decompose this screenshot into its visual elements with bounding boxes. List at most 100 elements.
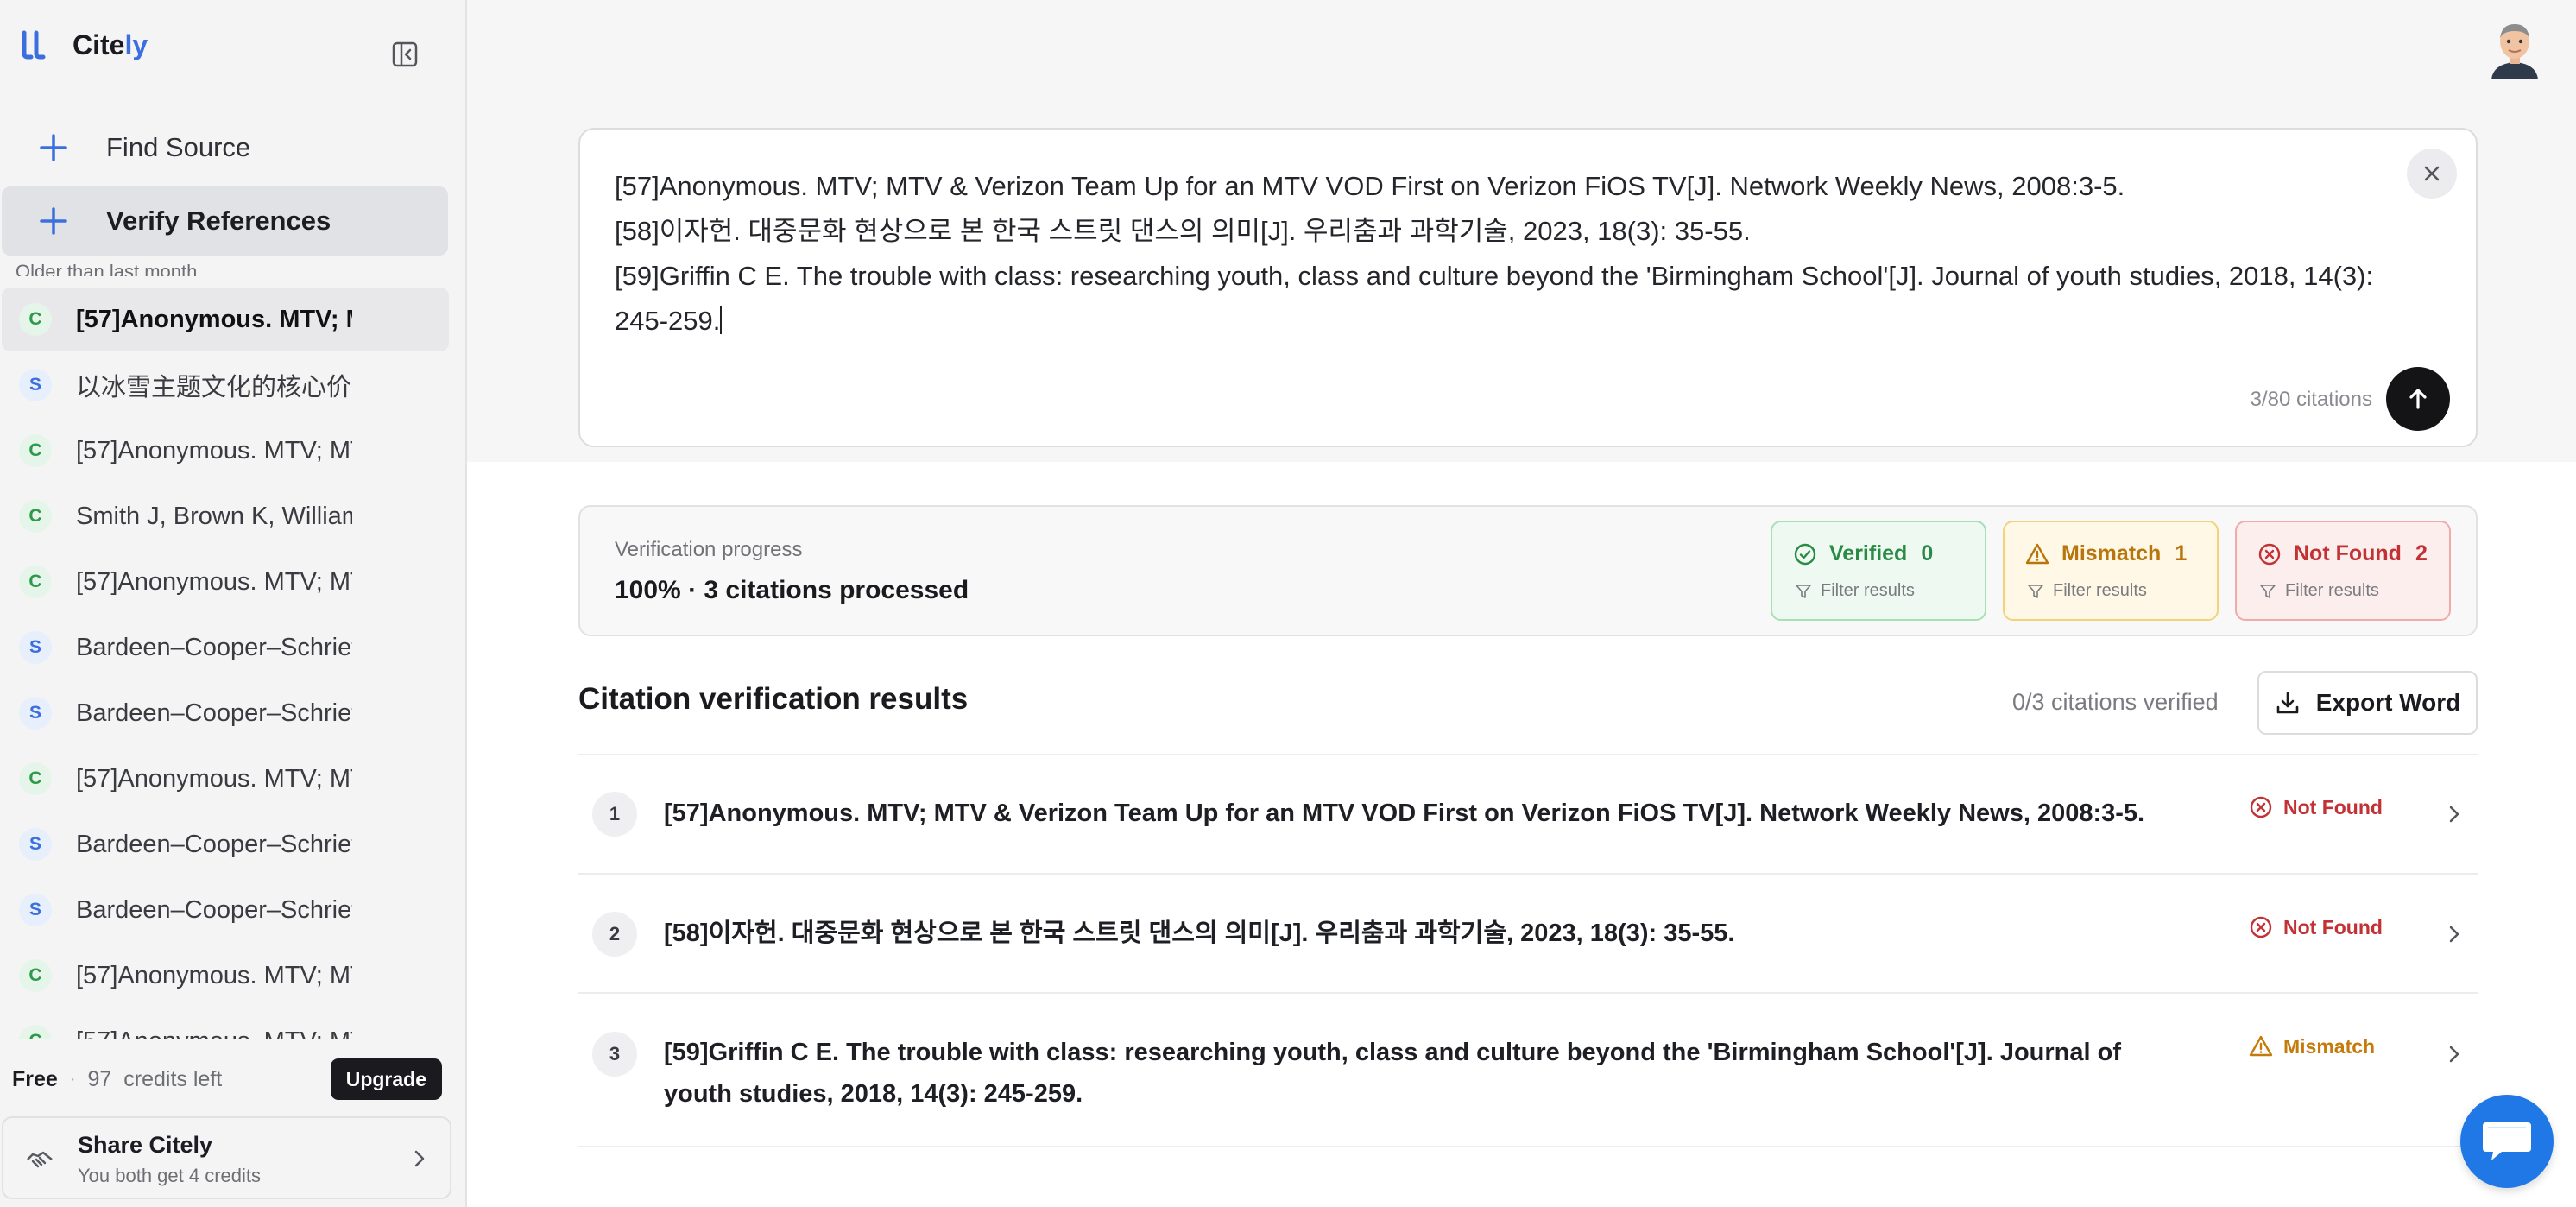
history-item[interactable]: S Bardeen–Cooper–Schrieffer [2,616,449,679]
history-item[interactable]: S Bardeen–Cooper–Schrieffer [2,812,449,876]
history-item-text: Smith J, Brown K, Williams [76,502,352,530]
citely-logo-icon [22,30,46,60]
history-item-text: [57]Anonymous. MTV; MTV [76,961,352,989]
nav-find-source[interactable]: Find Source [2,113,448,182]
app-logo[interactable]: Citely [19,28,148,62]
citation-count-label: 3/80 citations [2250,388,2372,411]
history-badge: C [19,959,52,992]
history-badge: S [19,369,52,401]
nav-verify-references[interactable]: Verify References [2,186,448,256]
export-word-label: Export Word [2315,689,2461,716]
history-badge: C [19,762,52,795]
clear-input-button[interactable] [2407,149,2457,199]
verification-progress-card: Verification progress 100% · 3 citations… [578,505,2478,636]
history-item[interactable]: C [57]Anonymous. MTV; MTV [2,550,449,614]
credits-count: 97 [87,1066,112,1091]
history-item[interactable]: C [57]Anonymous. MTV; MTV [2,944,449,1008]
history-list: C [57]Anonymous. MTV; MTV S 以冰雪主题文化的核心价值… [0,288,465,1039]
history-item[interactable]: C [57]Anonymous. MTV; MTV [2,747,449,811]
row-number: 1 [592,792,637,837]
filter-results-label: Filter results [2053,581,2147,600]
filter-icon [2260,584,2276,598]
user-avatar[interactable] [2483,16,2547,79]
history-item-text: Bardeen–Cooper–Schrieffer [76,698,352,727]
history-badge: S [19,697,52,730]
history-item-text: [57]Anonymous. MTV; MTV [76,1027,352,1040]
history-badge: S [19,894,52,926]
warning-triangle-icon [2249,1035,2273,1057]
separator-dot: · [69,1069,76,1089]
history-item-text: [57]Anonymous. MTV; MTV [76,764,352,793]
row-citation-text: [58]이자헌. 대중문화 현상으로 본 한국 스트릿 댄스의 의미[J]. 우… [664,919,1735,947]
verified-summary: 0/3 citations verified [2012,689,2219,715]
history-badge: S [19,828,52,861]
share-citely-card[interactable]: Share Citely You both get 4 credits [2,1116,451,1199]
history-item[interactable]: C Smith J, Brown K, Williams [2,484,449,548]
app-name: Citely [73,28,148,60]
mismatch-count: 1 [2175,541,2188,566]
history-badge: C [19,1025,52,1039]
close-icon [2424,166,2440,181]
mismatch-filter[interactable]: Mismatch 1 Filter results [2003,521,2219,621]
arrow-up-icon [2409,389,2427,409]
mismatch-label: Mismatch [2061,541,2162,566]
verified-head: Verified 0 [1793,541,1933,566]
warning-triangle-icon [2025,543,2049,564]
collapse-sidebar-icon[interactable] [390,40,420,69]
export-word-button[interactable]: Export Word [2257,671,2478,735]
handshake-icon [27,1151,53,1168]
input-line: [58]이자헌. 대중문화 현상으로 본 한국 스트릿 댄스의 의미[J]. 우… [615,216,1751,246]
citation-textarea[interactable]: [57]Anonymous. MTV; MTV & Verizon Team U… [615,164,2410,344]
history-badge: C [19,500,52,533]
row-status-badge: Not Found [2249,915,2383,939]
history-item[interactable]: S 以冰雪主题文化的核心价值 [2,353,449,417]
history-item-text: [57]Anonymous. MTV; MTV [76,567,352,596]
x-circle-icon [2258,543,2281,565]
row-status-label: Not Found [2283,795,2383,818]
history-badge: C [19,566,52,598]
not-found-label: Not Found [2294,541,2402,566]
chevron-right-icon[interactable] [2443,1043,2466,1065]
result-row[interactable]: 3 [59]Griffin C E. The trouble with clas… [578,992,2478,1147]
not-found-head: Not Found 2 [2257,541,2428,566]
plus-icon [40,134,67,161]
history-item[interactable]: C [57]Anonymous. MTV; MTV [2,1009,449,1039]
submit-button[interactable] [2386,367,2450,431]
citation-input-box[interactable]: [57]Anonymous. MTV; MTV & Verizon Team U… [578,128,2478,447]
filter-results-label: Filter results [1821,581,1915,600]
filter-results-link: Filter results [2259,581,2379,601]
history-item[interactable]: C [57]Anonymous. MTV; MTV [2,419,449,483]
mismatch-head: Mismatch 1 [2025,541,2187,566]
row-status-label: Mismatch [2283,1034,2376,1058]
result-row[interactable]: 2 [58]이자헌. 대중문화 현상으로 본 한국 스트릿 댄스의 의미[J].… [578,873,2478,994]
filter-results-link: Filter results [2027,581,2147,601]
chat-support-button[interactable] [2460,1095,2554,1188]
upgrade-button[interactable]: Upgrade [330,1058,442,1100]
filter-icon [1796,584,1811,598]
row-status-label: Not Found [2283,915,2383,938]
row-citation-text: [59]Griffin C E. The trouble with class:… [664,1039,2122,1108]
download-icon [2276,692,2299,714]
history-item-text: [57]Anonymous. MTV; MTV [76,436,352,464]
history-item[interactable]: C [57]Anonymous. MTV; MTV [2,288,449,351]
history-item[interactable]: S Bardeen–Cooper–Schrieffer [2,878,449,942]
input-line: [59]Griffin C E. The trouble with class:… [615,261,2374,336]
row-number: 3 [592,1032,637,1077]
chevron-right-icon[interactable] [2443,923,2466,945]
progress-value: 100% · 3 citations processed [615,576,969,604]
verified-filter[interactable]: Verified 0 Filter results [1771,521,1986,621]
check-circle-icon [1794,543,1816,565]
plus-icon [40,207,67,235]
history-section-label: Older than last month [16,261,198,276]
text-caret [720,306,723,334]
row-status-badge: Not Found [2249,795,2383,819]
credits-suffix: credits left [123,1066,223,1091]
chevron-right-icon[interactable] [2443,803,2466,825]
not-found-filter[interactable]: Not Found 2 Filter results [2235,521,2451,621]
x-circle-icon [2250,796,2272,818]
sidebar: Citely Find Source Verify References Old… [0,0,467,1207]
not-found-count: 2 [2415,541,2428,566]
history-badge: S [19,631,52,664]
result-row[interactable]: 1 [57]Anonymous. MTV; MTV & Verizon Team… [578,754,2478,875]
history-item[interactable]: S Bardeen–Cooper–Schrieffer [2,681,449,745]
